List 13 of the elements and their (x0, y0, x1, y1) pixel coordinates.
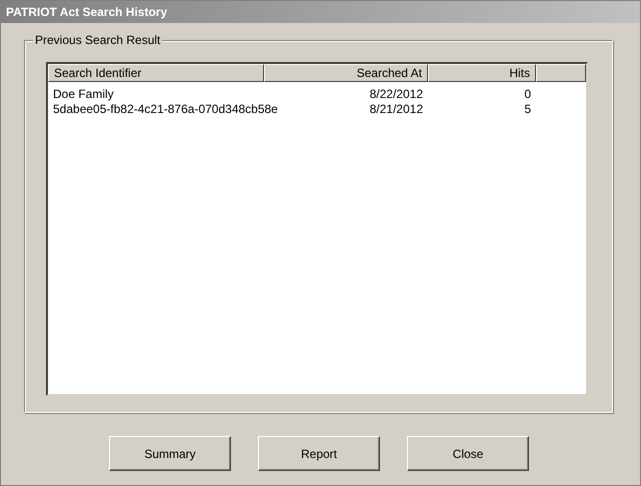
window-title: PATRIOT Act Search History (6, 4, 168, 21)
table-cell: 8/21/2012 (370, 102, 423, 116)
dialog-button[interactable]: Report (258, 436, 380, 471)
table-cell: 5dabee05-fb82-4c21-876a-070d348cb58e (53, 102, 278, 116)
column-header[interactable]: Searched At (264, 64, 428, 82)
table-cell: 0 (524, 87, 531, 101)
dialog-button[interactable]: Summary (109, 436, 231, 471)
table-cell: 5 (524, 102, 531, 116)
column-header[interactable]: Search Identifier (48, 64, 264, 82)
dialog-button[interactable]: Close (407, 436, 529, 471)
column-header[interactable]: Hits (428, 64, 536, 82)
table-cell: 8/22/2012 (370, 87, 423, 101)
table-cell: Doe Family (53, 87, 114, 101)
